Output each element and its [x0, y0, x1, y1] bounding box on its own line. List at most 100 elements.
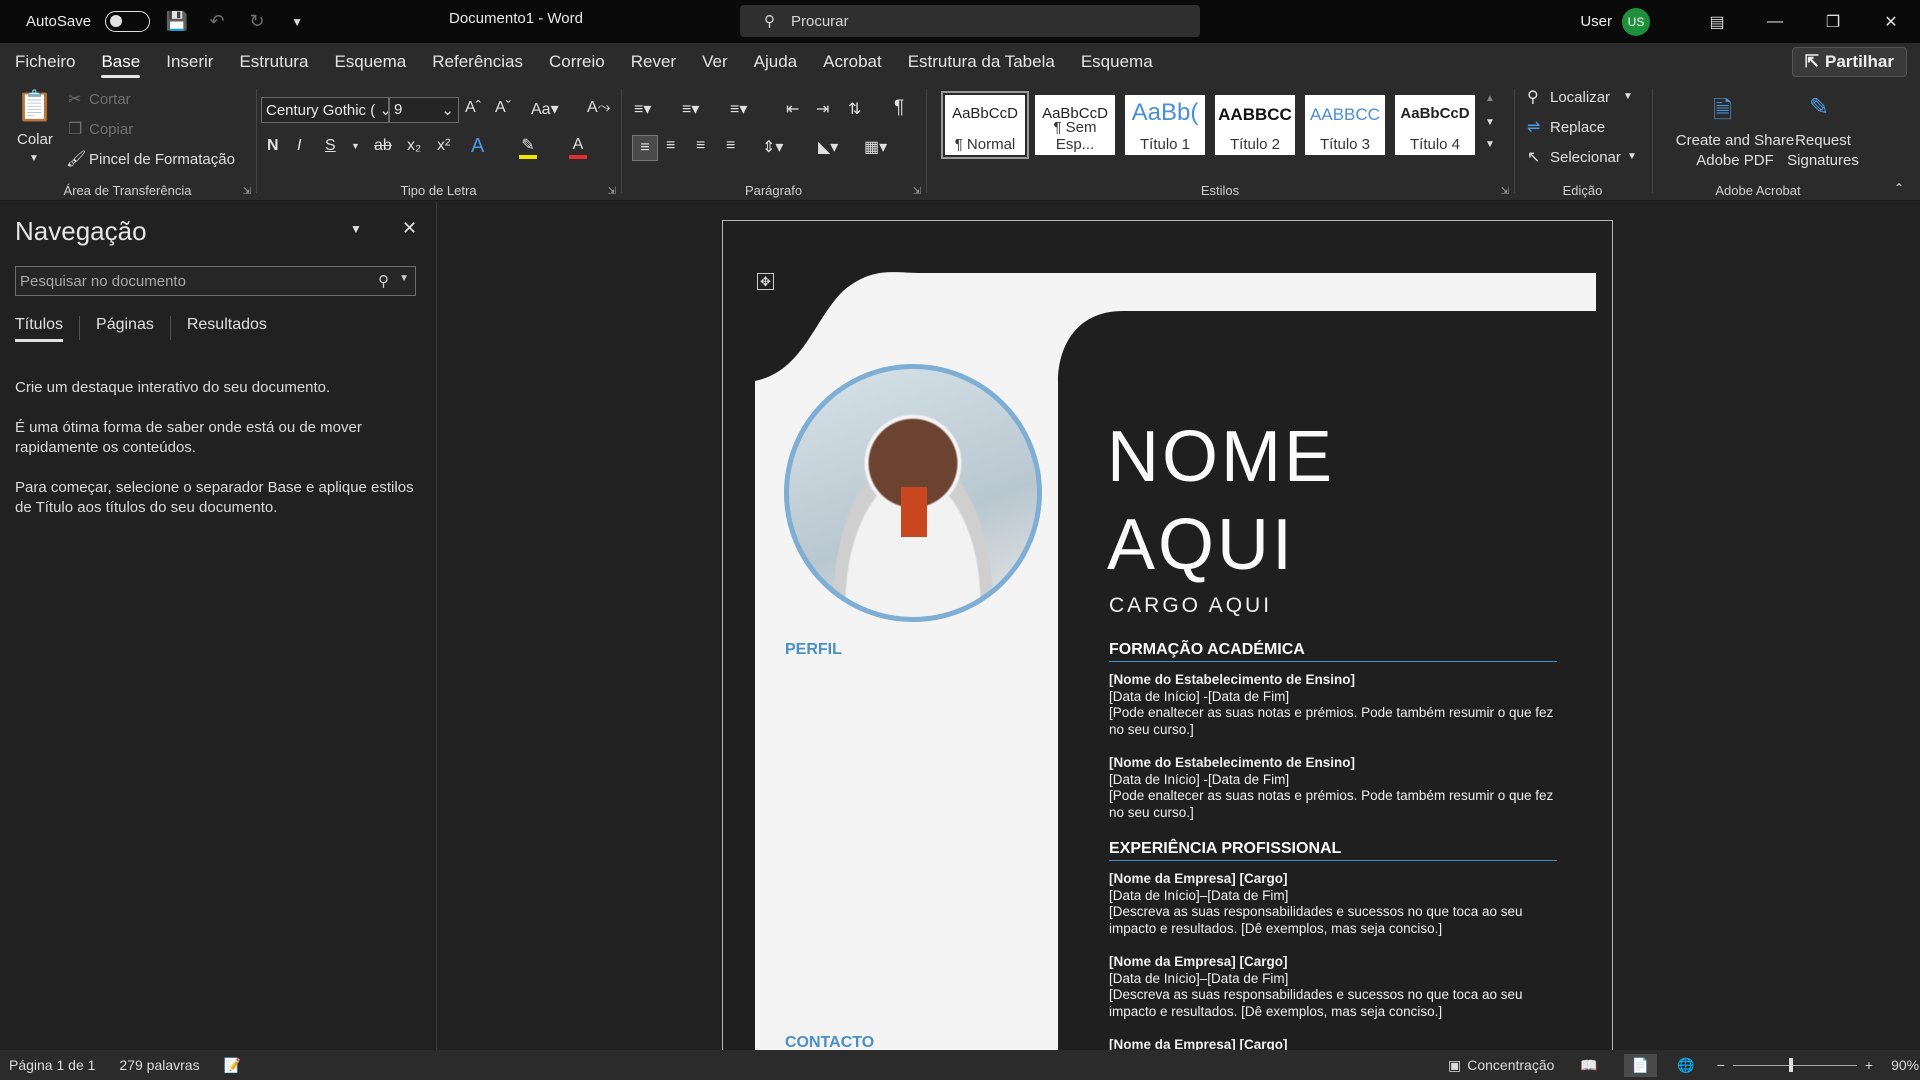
underline-button[interactable]: S — [325, 137, 336, 155]
find-icon[interactable]: ⚲ — [1527, 87, 1539, 107]
nav-options-icon[interactable]: ▼ — [350, 222, 362, 236]
focus-icon[interactable]: ▣ — [1448, 1057, 1461, 1074]
zoom-slider[interactable] — [1732, 1057, 1857, 1072]
italic-button[interactable]: I — [297, 137, 301, 155]
create-pdf-button[interactable]: Create and Share Adobe PDF — [1665, 131, 1805, 171]
tab-rever[interactable]: Rever — [618, 43, 689, 81]
tab-base[interactable]: Base — [88, 43, 153, 81]
borders-icon[interactable]: ▦▾ — [864, 137, 887, 157]
copy-button[interactable]: Copiar — [89, 121, 133, 138]
find-dropdown-icon[interactable]: ▼ — [1623, 91, 1633, 102]
read-mode-icon[interactable]: 📖 — [1580, 1057, 1597, 1074]
restore-icon[interactable]: ❐ — [1804, 0, 1862, 43]
table-move-handle-icon[interactable]: ✥ — [757, 273, 774, 290]
bullets-icon[interactable]: ≡▾ — [634, 99, 651, 119]
tab-esquema-tabela[interactable]: Esquema — [1068, 43, 1166, 81]
tab-ficheiro[interactable]: Ficheiro — [2, 43, 88, 81]
autosave-toggle[interactable] — [105, 11, 151, 32]
align-right-icon[interactable]: ≡ — [696, 137, 705, 155]
styles-scroll-up-icon[interactable]: ▲ — [1485, 93, 1495, 104]
underline-dropdown-icon[interactable]: ▼ — [351, 141, 360, 151]
zoom-level[interactable]: 90% — [1891, 1057, 1919, 1073]
find-button[interactable]: Localizar — [1550, 89, 1610, 106]
nav-search-icon[interactable]: ⚲ — [378, 272, 389, 290]
redo-icon[interactable]: ↻ — [244, 11, 270, 32]
tab-ver[interactable]: Ver — [689, 43, 741, 81]
paste-icon[interactable]: 📋 — [16, 89, 53, 124]
font-size-combo[interactable]: 9 ⌄ — [389, 97, 459, 123]
align-center-icon[interactable]: ≡ — [666, 137, 675, 155]
paragraph-launcher-icon[interactable]: ⇲ — [913, 186, 921, 197]
increase-indent-icon[interactable]: ⇥ — [816, 99, 829, 119]
shading-icon[interactable]: ◣▾ — [818, 137, 838, 157]
highlight-icon[interactable]: ✎ — [519, 137, 537, 159]
zoom-out-icon[interactable]: − — [1717, 1057, 1725, 1073]
customize-toolbar-icon[interactable]: ▼ — [284, 15, 310, 29]
change-case-icon[interactable]: Aa▾ — [531, 99, 559, 119]
cut-button[interactable]: Cortar — [89, 91, 131, 108]
nav-search-input[interactable]: Pesquisar no documento ⚲ ▼ — [15, 266, 416, 296]
superscript-icon[interactable]: x² — [437, 137, 450, 155]
user-name[interactable]: User — [1580, 13, 1612, 30]
style-normal[interactable]: AaBbCcD ¶ Normal — [941, 91, 1029, 159]
justify-icon[interactable]: ≡ — [726, 137, 735, 155]
collapse-ribbon-icon[interactable]: ⌃ — [1894, 181, 1904, 195]
save-icon[interactable]: 💾 — [164, 11, 190, 32]
undo-icon[interactable]: ↶ — [204, 11, 230, 32]
replace-button[interactable]: Replace — [1550, 119, 1605, 136]
nav-tab-pages[interactable]: Páginas — [96, 316, 154, 342]
nav-tab-results[interactable]: Resultados — [187, 316, 267, 342]
align-left-icon[interactable]: ≡ — [632, 135, 658, 161]
minimize-icon[interactable]: — — [1746, 0, 1804, 43]
style-heading-3[interactable]: AABBCC Título 3 — [1305, 95, 1385, 155]
focus-button[interactable]: Concentração — [1467, 1057, 1554, 1073]
close-icon[interactable]: ✕ — [1862, 0, 1920, 43]
nav-search-dropdown-icon[interactable]: ▼ — [399, 273, 409, 284]
format-painter-icon[interactable]: 🖌 — [66, 149, 86, 169]
style-no-spacing[interactable]: AaBbCcD ¶ Sem Esp... — [1035, 95, 1115, 155]
avatar[interactable]: US — [1622, 7, 1650, 36]
font-color-icon[interactable]: A — [569, 135, 587, 159]
font-name-combo[interactable]: Century Gothic ( ⌄ — [261, 97, 389, 123]
paste-dropdown-icon[interactable]: ▼ — [29, 153, 39, 164]
tab-estrutura[interactable]: Estrutura — [226, 43, 321, 81]
styles-more-icon[interactable]: ▼ — [1485, 139, 1495, 150]
paste-button[interactable]: Colar — [17, 131, 53, 148]
format-painter-button[interactable]: Pincel de Formatação — [89, 151, 235, 168]
tab-esquema[interactable]: Esquema — [321, 43, 419, 81]
zoom-in-icon[interactable]: + — [1865, 1057, 1873, 1073]
clipboard-launcher-icon[interactable]: ⇲ — [243, 186, 251, 197]
document-page[interactable]: ✥ PERFIL CONTACTO NOME AQUI CARGO AQUI F… — [722, 220, 1613, 1050]
nav-tab-headings[interactable]: Títulos — [15, 316, 64, 342]
bold-button[interactable]: N — [267, 137, 279, 155]
select-button[interactable]: Selecionar — [1550, 149, 1621, 166]
zoom-slider-thumb[interactable] — [1788, 1057, 1793, 1072]
select-dropdown-icon[interactable]: ▼ — [1627, 151, 1637, 162]
ribbon-display-icon[interactable]: ▤ — [1688, 0, 1746, 43]
style-heading-4[interactable]: AaBbCcD Título 4 — [1395, 95, 1475, 155]
proofing-icon[interactable]: 📝 — [224, 1057, 241, 1074]
text-effects-icon[interactable]: A — [471, 135, 484, 158]
tab-referencias[interactable]: Referências — [419, 43, 536, 81]
word-count[interactable]: 279 palavras — [119, 1057, 199, 1073]
tab-ajuda[interactable]: Ajuda — [741, 43, 810, 81]
search-box[interactable]: ⚲ Procurar — [740, 5, 1200, 37]
replace-icon[interactable]: ⇌ — [1527, 117, 1540, 137]
styles-scroll-down-icon[interactable]: ▼ — [1485, 117, 1495, 128]
styles-launcher-icon[interactable]: ⇲ — [1501, 186, 1509, 197]
font-launcher-icon[interactable]: ⇲ — [608, 186, 616, 197]
decrease-indent-icon[interactable]: ⇤ — [786, 99, 799, 119]
tab-acrobat[interactable]: Acrobat — [810, 43, 895, 81]
sort-icon[interactable]: ⇅ — [848, 99, 861, 119]
multilevel-list-icon[interactable]: ≡▾ — [730, 99, 747, 119]
page-count[interactable]: Página 1 de 1 — [9, 1057, 95, 1073]
grow-font-icon[interactable]: Aˆ — [465, 99, 481, 117]
style-heading-1[interactable]: AaBb(Título 1 — [1125, 95, 1205, 155]
nav-close-icon[interactable]: ✕ — [402, 218, 417, 239]
print-layout-icon[interactable]: 📄 — [1623, 1053, 1658, 1077]
share-button[interactable]: ⇱ Partilhar — [1791, 47, 1907, 77]
request-signatures-icon[interactable]: ✎ — [1809, 93, 1829, 122]
tab-estrutura-tabela[interactable]: Estrutura da Tabela — [895, 43, 1068, 81]
document-canvas[interactable]: ✥ PERFIL CONTACTO NOME AQUI CARGO AQUI F… — [438, 202, 1920, 1050]
select-icon[interactable]: ↖ — [1527, 147, 1540, 167]
